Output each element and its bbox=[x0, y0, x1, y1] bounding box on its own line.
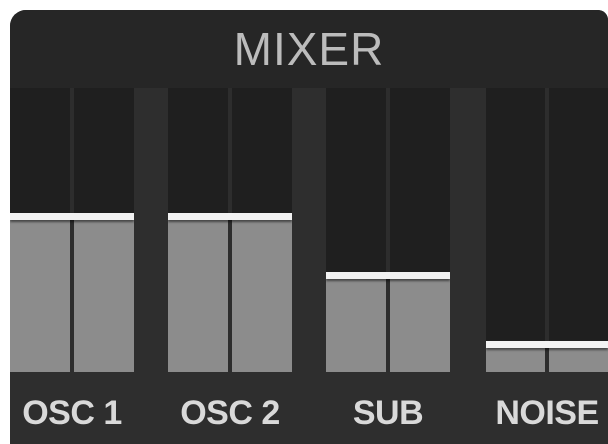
fader-track-divider bbox=[545, 88, 549, 372]
fader-noise[interactable] bbox=[486, 88, 608, 372]
fader-handle[interactable] bbox=[486, 341, 608, 348]
channel-label-osc-2: OSC 2 bbox=[180, 394, 280, 432]
fader-osc-1[interactable] bbox=[10, 88, 134, 372]
channel-label-sub: SUB bbox=[352, 394, 424, 432]
fader-track-divider bbox=[386, 88, 390, 372]
channel-label-osc-1: OSC 1 bbox=[22, 394, 122, 432]
channel-label-noise: NOISE bbox=[495, 394, 599, 432]
fader-handle[interactable] bbox=[10, 213, 134, 220]
fader-track-divider bbox=[228, 88, 232, 372]
fader-handle[interactable] bbox=[326, 272, 450, 279]
mixer-title: MIXER bbox=[10, 10, 608, 88]
fader-track-divider bbox=[70, 88, 74, 372]
fader-osc-2[interactable] bbox=[168, 88, 292, 372]
mixer-panel: MIXER OSC 1 OSC 2 SUB NOISE bbox=[10, 10, 608, 444]
fader-handle[interactable] bbox=[168, 213, 292, 220]
fader-sub[interactable] bbox=[326, 88, 450, 372]
